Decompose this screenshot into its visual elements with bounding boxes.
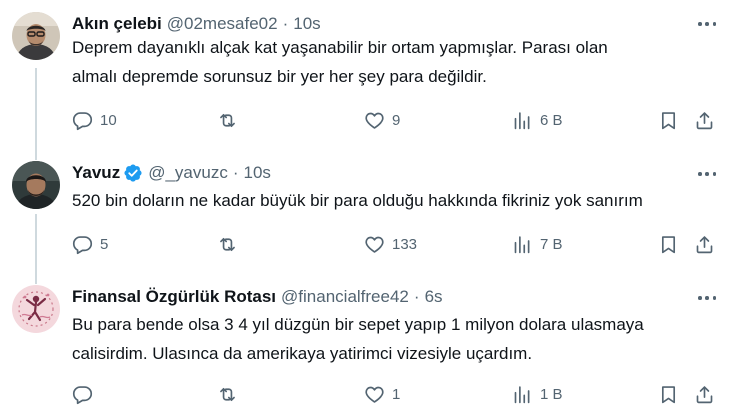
reply-icon	[72, 110, 93, 131]
timestamp[interactable]: 10s	[293, 14, 320, 34]
tweet-header: Yavuz @_yavuzc · 10s	[72, 161, 271, 185]
tweet-2[interactable]: Yavuz @_yavuzc · 10s 520 bin doların ne …	[0, 140, 730, 270]
separator-dot: ·	[232, 163, 239, 182]
like-button[interactable]: 9	[364, 108, 400, 132]
bookmark-icon	[658, 234, 679, 255]
reply-button[interactable]: 5	[72, 232, 108, 256]
views-button[interactable]: 1 B	[512, 382, 563, 406]
bookmark-icon	[658, 384, 679, 405]
like-count: 9	[392, 111, 401, 129]
action-bar: 5 133 7 B	[72, 232, 720, 256]
tweet-header: Finansal Özgürlük Rotası @financialfree4…	[72, 285, 443, 309]
thread-line	[35, 270, 37, 284]
reply-button[interactable]: 10	[72, 108, 117, 132]
tweet-3[interactable]: Finansal Özgürlük Rotası @financialfree4…	[0, 270, 730, 420]
views-count: 1 B	[540, 385, 563, 403]
timestamp[interactable]: 6s	[425, 287, 443, 307]
views-icon	[512, 110, 533, 131]
more-icon[interactable]	[696, 290, 718, 306]
like-button[interactable]: 133	[364, 232, 417, 256]
separator-dot: ·	[282, 14, 289, 33]
reply-button[interactable]	[72, 382, 100, 406]
repost-icon	[217, 234, 238, 255]
action-bar: 10 9 6 B	[72, 108, 720, 132]
bookmark-button[interactable]	[658, 382, 679, 406]
display-name[interactable]: Akın çelebi	[72, 14, 162, 34]
tweet-text: Deprem dayanıklı alçak kat yaşanabilir b…	[72, 38, 608, 86]
avatar[interactable]	[12, 12, 60, 60]
reply-icon	[72, 234, 93, 255]
reply-icon	[72, 384, 93, 405]
share-button[interactable]	[694, 382, 715, 406]
separator-dot: ·	[413, 287, 420, 306]
user-handle[interactable]: @02mesafe02	[167, 14, 278, 34]
avatar[interactable]	[12, 285, 60, 333]
heart-icon	[364, 384, 385, 405]
user-handle[interactable]: @financialfree42	[281, 287, 409, 307]
repost-icon	[217, 110, 238, 131]
like-count: 133	[392, 235, 418, 253]
bookmark-button[interactable]	[658, 232, 679, 256]
views-count: 6 B	[540, 111, 563, 129]
avatar[interactable]	[12, 161, 60, 209]
more-icon[interactable]	[696, 16, 718, 32]
views-icon	[512, 234, 533, 255]
share-button[interactable]	[694, 232, 715, 256]
action-bar: 1 1 B	[72, 382, 720, 406]
user-handle[interactable]: @_yavuzc	[148, 163, 228, 183]
thread-line	[35, 214, 37, 270]
share-icon	[694, 110, 715, 131]
tweet-text: 520 bin doların ne kadar büyük bir para …	[72, 191, 643, 210]
views-count: 7 B	[540, 235, 563, 253]
share-button[interactable]	[694, 108, 715, 132]
heart-icon	[364, 110, 385, 131]
share-icon	[694, 234, 715, 255]
repost-icon	[217, 384, 238, 405]
thread-line	[35, 68, 37, 140]
verified-badge-icon	[123, 163, 143, 183]
repost-button[interactable]	[217, 108, 245, 132]
like-count: 1	[392, 385, 401, 403]
tweet-1[interactable]: Akın çelebi @02mesafe02 · 10s Deprem day…	[0, 0, 730, 140]
bookmark-icon	[658, 110, 679, 131]
reply-count: 10	[100, 111, 117, 129]
views-button[interactable]: 7 B	[512, 232, 563, 256]
bookmark-button[interactable]	[658, 108, 679, 132]
views-icon	[512, 384, 533, 405]
reply-count: 5	[100, 235, 109, 253]
repost-button[interactable]	[217, 232, 245, 256]
heart-icon	[364, 234, 385, 255]
display-name[interactable]: Yavuz	[72, 163, 120, 183]
thread-line	[35, 140, 37, 160]
display-name[interactable]: Finansal Özgürlük Rotası	[72, 287, 276, 307]
views-button[interactable]: 6 B	[512, 108, 563, 132]
like-button[interactable]: 1	[364, 382, 400, 406]
more-icon[interactable]	[696, 166, 718, 182]
share-icon	[694, 384, 715, 405]
repost-button[interactable]	[217, 382, 245, 406]
timestamp[interactable]: 10s	[244, 163, 271, 183]
tweet-text: Bu para bende olsa 3 4 yıl düzgün bir se…	[72, 315, 644, 363]
